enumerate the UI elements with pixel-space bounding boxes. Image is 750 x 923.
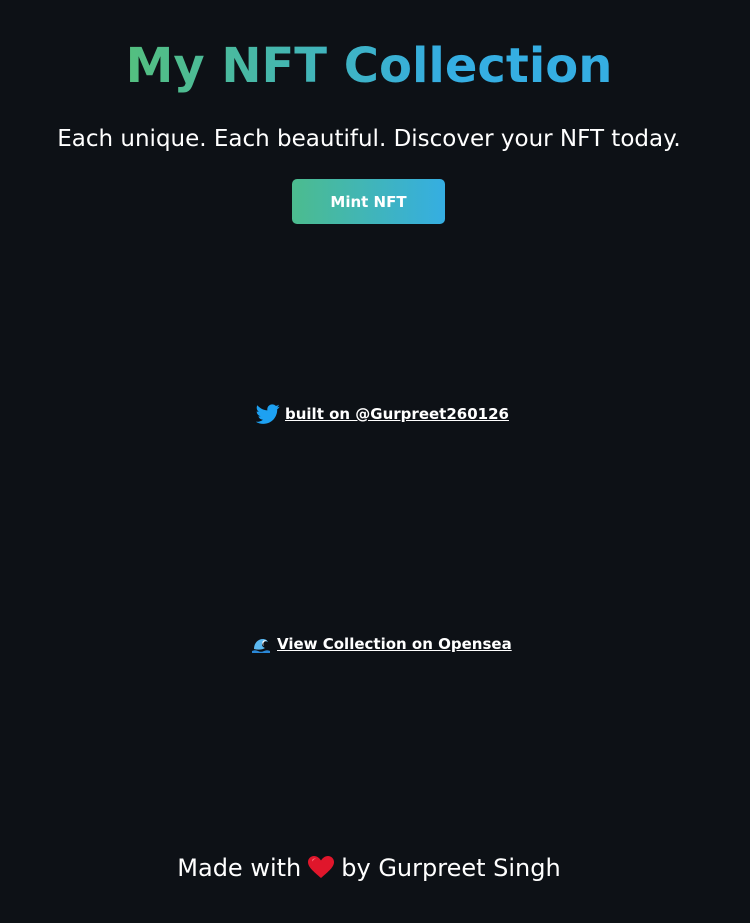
- opensea-collection-link[interactable]: View Collection on Opensea: [251, 634, 512, 654]
- heart-icon: [307, 855, 335, 879]
- footer-prefix: Made with: [177, 854, 302, 882]
- twitter-icon: [255, 402, 280, 426]
- opensea-row: View Collection on Opensea: [251, 632, 512, 656]
- page: My NFT Collection Each unique. Each beau…: [0, 0, 750, 923]
- wave-icon: [251, 634, 271, 654]
- twitter-credit: built on @Gurpreet260126: [255, 401, 509, 427]
- page-subtitle: Each unique. Each beautiful. Discover yo…: [57, 126, 681, 152]
- mint-nft-button[interactable]: Mint NFT: [292, 179, 445, 224]
- opensea-link-label: View Collection on Opensea: [277, 635, 512, 653]
- footer: Made with by Gurpreet Singh: [0, 852, 738, 884]
- page-title: My NFT Collection: [0, 36, 738, 96]
- twitter-handle-link[interactable]: built on @Gurpreet260126: [285, 405, 509, 423]
- footer-suffix: by Gurpreet Singh: [341, 854, 561, 882]
